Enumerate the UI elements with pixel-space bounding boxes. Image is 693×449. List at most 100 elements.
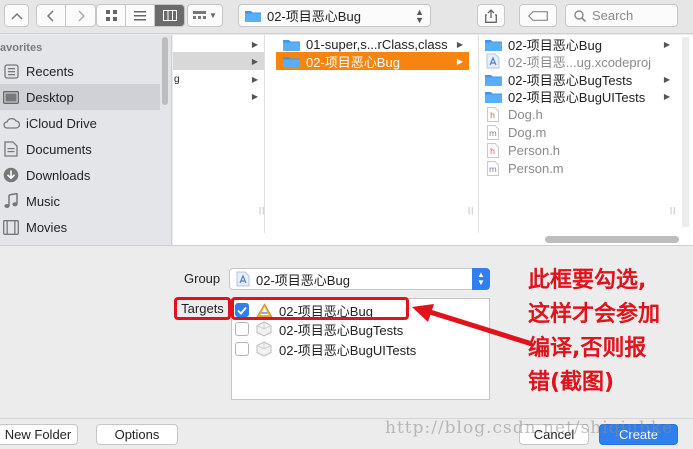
annotation-line: 编译,否则报 bbox=[528, 336, 647, 361]
list-item-label: 02-项目恶...ug.xcodeproj bbox=[508, 54, 652, 70]
options-button[interactable]: Options bbox=[96, 424, 178, 445]
list-view-button[interactable] bbox=[126, 5, 155, 26]
group-label: Group bbox=[184, 271, 221, 286]
list-item-label: 01-super,s...rClass,class bbox=[306, 36, 448, 52]
list-item[interactable]: 02-项目恶心Bug ▶ bbox=[276, 52, 469, 70]
list-item[interactable]: ▶ bbox=[173, 52, 264, 70]
chevron-down-icon: ▼ bbox=[209, 11, 217, 20]
sidebar-item-documents[interactable]: Documents bbox=[0, 136, 160, 162]
annotation-text: 此框要勾选, 这样才会参加 编译,否则报 错(截图) bbox=[528, 264, 693, 400]
list-item[interactable]: 01-super,s...rClass,class ▶ bbox=[276, 35, 469, 53]
sidebar: avorites Recents Desktop iCloud Drive Do… bbox=[0, 35, 172, 245]
back-forward-control bbox=[36, 4, 96, 27]
chevron-right-icon: ▶ bbox=[251, 39, 258, 49]
list-item[interactable]: ▶ bbox=[173, 87, 264, 105]
toolbar: ▼ 02-项目恶心Bug ▲ ▼ Search bbox=[0, 0, 693, 34]
target-checkbox[interactable] bbox=[235, 342, 249, 356]
column-view-button[interactable] bbox=[155, 5, 184, 26]
grid-icon bbox=[105, 10, 117, 21]
sidebar-item-label: Desktop bbox=[26, 89, 74, 105]
browser-horizontal-scrollbar[interactable] bbox=[545, 236, 679, 243]
list-item[interactable]: 02-项目恶心BugTests ▶ bbox=[480, 70, 676, 88]
list-icon bbox=[134, 10, 146, 20]
chevron-up-icon bbox=[10, 12, 23, 20]
chevron-right-icon: ▶ bbox=[456, 56, 463, 66]
column-resize-handle[interactable]: || bbox=[670, 206, 676, 215]
tags-button[interactable] bbox=[519, 4, 557, 27]
search-field[interactable]: Search bbox=[565, 4, 678, 27]
music-icon bbox=[2, 192, 20, 210]
xcodeproj-icon bbox=[484, 53, 502, 69]
chevron-right-icon: ▶ bbox=[456, 39, 463, 49]
sidebar-item-label: Music bbox=[26, 193, 60, 209]
sidebar-item-music[interactable]: Music bbox=[0, 188, 160, 214]
column-3: 02-项目恶心Bug ▶ 02-项目恶...ug.xcodeproj 02-项目… bbox=[480, 35, 680, 233]
xcodeproj-icon bbox=[236, 271, 250, 287]
svg-text:h: h bbox=[490, 111, 495, 120]
path-popup-label: 02-项目恶心Bug bbox=[267, 9, 361, 24]
chevron-right-icon: ▶ bbox=[663, 74, 670, 84]
list-item[interactable]: 02-项目恶心BugUITests ▶ bbox=[480, 87, 676, 105]
list-item[interactable]: 02-项目恶...ug.xcodeproj bbox=[480, 52, 676, 70]
divider bbox=[0, 245, 693, 246]
sidebar-scrollbar[interactable] bbox=[162, 37, 168, 105]
sidebar-toggle-button[interactable] bbox=[4, 4, 29, 27]
list-item[interactable]: m Person.m bbox=[480, 159, 676, 177]
list-item-label: Person.h bbox=[508, 142, 561, 158]
annotation-arrow bbox=[412, 304, 533, 347]
icon-view-button[interactable] bbox=[97, 5, 126, 26]
cloud-icon bbox=[2, 114, 20, 132]
svg-text:m: m bbox=[489, 165, 497, 174]
path-popup[interactable]: 02-项目恶心Bug ▲ ▼ bbox=[238, 4, 431, 27]
list-item[interactable]: m Dog.m bbox=[480, 123, 676, 141]
column-resize-handle[interactable]: || bbox=[259, 206, 265, 215]
header-file-icon: h bbox=[484, 142, 502, 158]
sidebar-item-downloads[interactable]: Downloads bbox=[0, 162, 160, 188]
target-checkbox[interactable] bbox=[235, 322, 249, 336]
target-label: 02-项目恶心BugUITests bbox=[279, 342, 417, 358]
sidebar-item-icloud[interactable]: iCloud Drive bbox=[0, 110, 160, 136]
updown-icon: ▲ ▼ bbox=[415, 7, 424, 25]
column-browser: ▶ ▶ g ▶ ▶ || 01-super,s...rClass,class ▶… bbox=[173, 35, 693, 245]
group-icon bbox=[193, 10, 207, 19]
column-resize-handle[interactable]: || bbox=[468, 206, 474, 215]
list-item[interactable]: 02-项目恶心Bug ▶ bbox=[480, 35, 676, 53]
group-popup[interactable]: 02-项目恶心Bug ▲ ▼ bbox=[229, 268, 490, 290]
source-file-icon: m bbox=[484, 124, 502, 140]
back-button[interactable] bbox=[37, 5, 66, 26]
share-button[interactable] bbox=[477, 4, 505, 27]
arrange-button[interactable]: ▼ bbox=[187, 4, 223, 27]
svg-text:m: m bbox=[489, 129, 497, 138]
share-icon bbox=[485, 8, 497, 23]
forward-button[interactable] bbox=[66, 5, 95, 26]
chevron-right-icon bbox=[77, 9, 85, 22]
folder-icon bbox=[282, 55, 300, 68]
cancel-button[interactable]: Cancel bbox=[519, 424, 589, 445]
sidebar-item-label: Recents bbox=[26, 63, 74, 79]
annotation-line: 错(截图) bbox=[528, 370, 615, 395]
list-item[interactable]: g ▶ bbox=[173, 70, 264, 88]
list-item-label: 02-项目恶心BugUITests bbox=[508, 89, 646, 105]
test-target-icon bbox=[255, 341, 273, 357]
browser-vertical-scrollbar[interactable] bbox=[682, 37, 689, 227]
list-item-label: Dog.h bbox=[508, 106, 543, 122]
sidebar-heading: avorites bbox=[0, 42, 43, 54]
sidebar-item-recents[interactable]: Recents bbox=[0, 58, 160, 84]
list-item[interactable]: h Dog.h bbox=[480, 105, 676, 123]
annotation-highlight-box bbox=[231, 297, 409, 320]
list-item-label: 02-项目恶心Bug bbox=[306, 54, 400, 70]
test-target-icon bbox=[255, 321, 273, 337]
new-folder-button[interactable]: New Folder bbox=[0, 424, 78, 445]
list-item[interactable]: ▶ bbox=[173, 35, 264, 53]
search-icon bbox=[574, 9, 586, 22]
folder-icon bbox=[484, 73, 502, 86]
list-item[interactable]: h Person.h bbox=[480, 141, 676, 159]
sidebar-item-movies[interactable]: Movies bbox=[0, 214, 160, 240]
sidebar-item-desktop[interactable]: Desktop bbox=[0, 84, 160, 110]
tag-icon bbox=[528, 10, 548, 21]
create-button[interactable]: Create bbox=[599, 424, 678, 445]
updown-icon: ▲ ▼ bbox=[472, 268, 490, 290]
header-file-icon: h bbox=[484, 106, 502, 122]
chevron-right-icon: ▶ bbox=[251, 91, 258, 101]
bottom-bar: New Folder Options Cancel Create bbox=[0, 418, 693, 449]
